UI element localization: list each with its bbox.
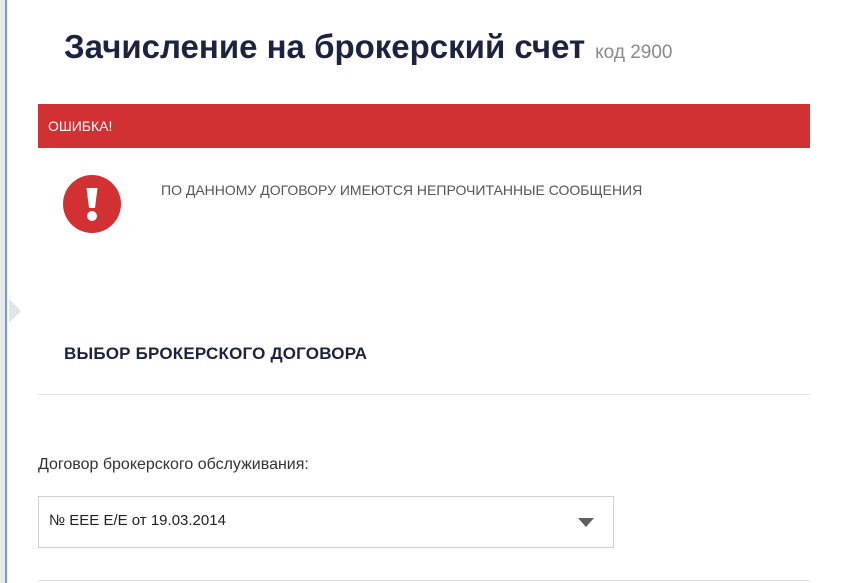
chevron-down-icon[interactable] <box>578 518 594 527</box>
contract-field-label: Договор брокерского обслуживания: <box>38 456 309 473</box>
section-title: ВЫБОР БРОКЕРСКОГО ДОГОВОРА <box>64 344 368 363</box>
bottom-divider <box>38 580 810 581</box>
page-title: Зачисление на брокерский счет <box>64 28 586 65</box>
operation-code: код 2900 <box>595 42 673 63</box>
contract-select[interactable]: № ЕЕЕ Е/Е от 19.03.2014 <box>38 496 614 548</box>
section-divider <box>38 394 810 395</box>
contract-select-value: № ЕЕЕ Е/Е от 19.03.2014 <box>49 512 226 529</box>
page-header: Зачисление на брокерский счет код 2900 <box>64 28 672 66</box>
error-banner: ОШИБКА! <box>38 104 810 148</box>
error-message: ПО ДАННОМУ ДОГОВОРУ ИМЕЮТСЯ НЕПРОЧИТАННЫ… <box>161 182 643 198</box>
window-left-border <box>0 0 7 583</box>
exclamation-circle-icon <box>63 175 121 238</box>
panel-collapse-arrow-icon[interactable] <box>9 299 21 323</box>
